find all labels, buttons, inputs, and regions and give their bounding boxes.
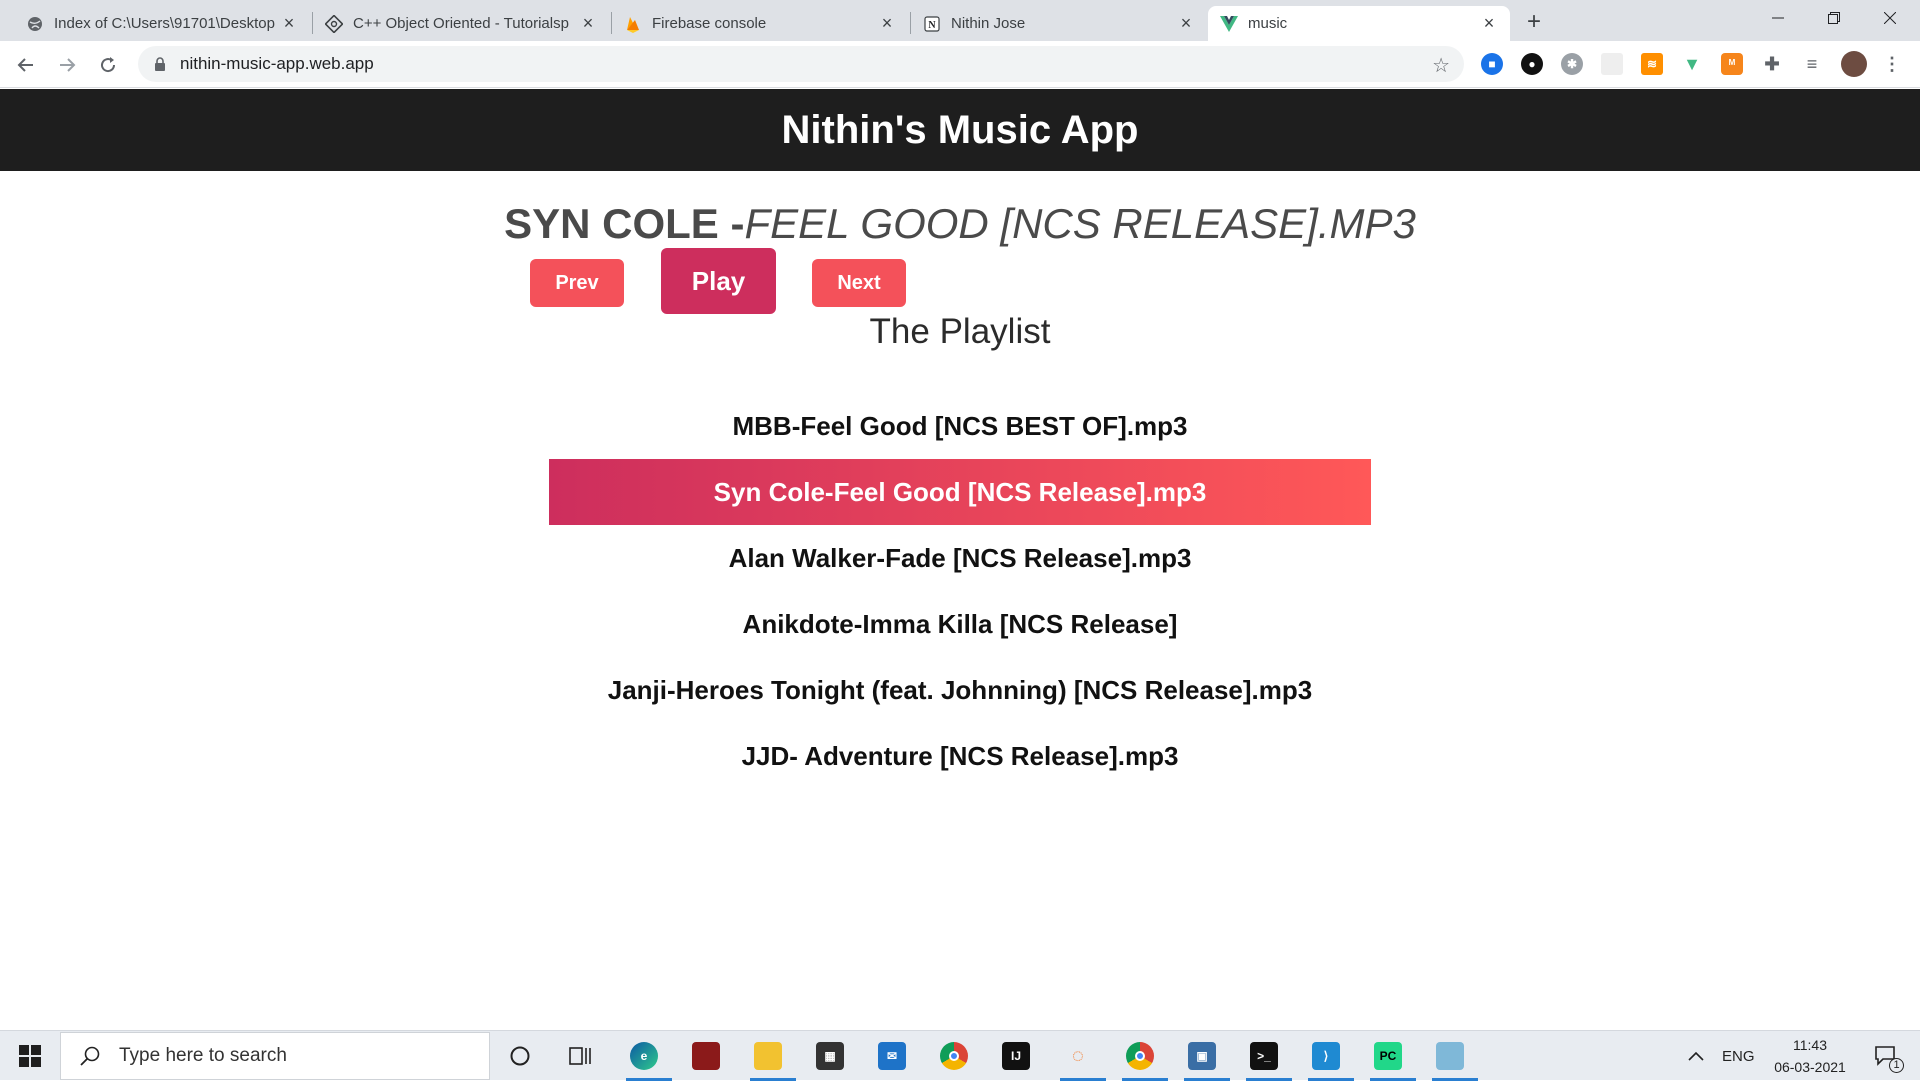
minimize-button[interactable] xyxy=(1750,0,1806,36)
pycharm-icon[interactable]: PC xyxy=(1368,1037,1416,1081)
close-icon[interactable]: × xyxy=(280,13,298,33)
new-tab-button[interactable]: + xyxy=(1520,8,1548,36)
app-header: Nithin's Music App xyxy=(0,89,1920,171)
cortana-icon[interactable] xyxy=(500,1037,540,1075)
extension-layers-icon[interactable]: ≋ xyxy=(1641,53,1663,75)
playlist-item[interactable]: Alan Walker-Fade [NCS Release].mp3 xyxy=(549,525,1371,591)
show-hidden-icons-chevron-icon[interactable] xyxy=(1688,1031,1704,1081)
prev-button[interactable]: Prev xyxy=(530,259,624,307)
now-playing-artist: Syn Cole - xyxy=(504,200,745,247)
restore-button[interactable] xyxy=(1806,0,1862,36)
tab-music[interactable]: music × xyxy=(1208,6,1510,41)
tab-title: Firebase console xyxy=(652,15,767,32)
playlist: MBB-Feel Good [NCS BEST OF].mp3 Syn Cole… xyxy=(549,393,1371,789)
firebase-icon xyxy=(624,15,642,33)
now-playing-track: Feel Good [NCS Release].mp3 xyxy=(744,200,1416,247)
playlist-item[interactable]: MBB-Feel Good [NCS BEST OF].mp3 xyxy=(549,393,1371,459)
extension-record-icon[interactable]: ● xyxy=(1521,53,1543,75)
windows-logo-icon xyxy=(19,1045,41,1067)
media-controls-icon[interactable]: ≡ xyxy=(1801,53,1823,75)
extension-bitwarden-icon[interactable]: ■ xyxy=(1481,53,1503,75)
tab-firebase-console[interactable]: Firebase console × xyxy=(612,6,908,41)
tab-title: C++ Object Oriented - Tutorialsp xyxy=(353,15,569,32)
reload-button[interactable] xyxy=(94,51,122,79)
playlist-item[interactable]: Anikdote-Imma Killa [NCS Release] xyxy=(549,591,1371,657)
store-icon[interactable]: ▦ xyxy=(810,1037,850,1075)
extension-blank-icon[interactable] xyxy=(1601,53,1623,75)
notes-app-icon[interactable] xyxy=(1430,1037,1478,1081)
extensions-puzzle-icon[interactable]: ✚ xyxy=(1761,53,1783,75)
svg-text:N: N xyxy=(928,20,936,31)
close-icon[interactable]: × xyxy=(579,13,597,33)
playlist-item[interactable]: Janji-Heroes Tonight (feat. Johnning) [N… xyxy=(549,657,1371,723)
address-bar[interactable]: nithin-music-app.web.app ☆ xyxy=(138,46,1464,82)
app-title: Nithin's Music App xyxy=(781,107,1139,152)
extension-vue-devtools-icon[interactable]: ▼ xyxy=(1681,53,1703,75)
windows-taskbar: Type here to search e ▦ ✉ IJ ◌ ▣ >_ ⟩ PC… xyxy=(0,1030,1920,1081)
tab-title: music xyxy=(1248,15,1288,32)
tab-title: Nithin Jose xyxy=(951,15,1026,32)
playlist-title: The Playlist xyxy=(869,312,1051,351)
play-button[interactable]: Play xyxy=(661,248,776,314)
tab-title: Index of C:\Users\91701\Desktop xyxy=(54,15,275,32)
edge-taskbar-icon[interactable]: e xyxy=(624,1037,672,1081)
notification-count-badge: 1 xyxy=(1889,1058,1904,1073)
profile-avatar[interactable] xyxy=(1841,51,1867,77)
browser-toolbar: nithin-music-app.web.app ☆ ■ ● ✱ ≋ ▼ ᴹ ✚… xyxy=(0,41,1920,88)
tab-nithin-jose[interactable]: N Nithin Jose × xyxy=(911,6,1207,41)
start-button[interactable] xyxy=(0,1031,60,1081)
close-icon[interactable]: × xyxy=(878,13,896,33)
tutorialspoint-icon xyxy=(325,14,343,33)
notion-icon: N xyxy=(923,15,941,33)
file-explorer-icon[interactable] xyxy=(748,1037,796,1081)
taskbar-search[interactable]: Type here to search xyxy=(60,1032,490,1080)
browser-tab-strip: Index of C:\Users\91701\Desktop × C++ Ob… xyxy=(0,0,1920,41)
chrome-menu-icon[interactable]: ⋮ xyxy=(1881,53,1903,75)
bookmark-star-icon[interactable]: ☆ xyxy=(1432,53,1450,78)
language-indicator[interactable]: ENG xyxy=(1722,1031,1755,1081)
mail-icon[interactable]: ✉ xyxy=(872,1037,912,1075)
search-placeholder: Type here to search xyxy=(119,1045,287,1066)
url-text: nithin-music-app.web.app xyxy=(180,54,374,73)
back-button[interactable] xyxy=(12,51,40,79)
close-icon[interactable]: × xyxy=(1480,13,1498,33)
app-red-taskbar-icon[interactable] xyxy=(686,1037,726,1075)
tab-cpp-object-oriented[interactable]: C++ Object Oriented - Tutorialsp × xyxy=(313,6,609,41)
chrome-taskbar-icon[interactable] xyxy=(934,1037,974,1075)
globe-icon xyxy=(26,15,44,33)
playlist-item-active[interactable]: Syn Cole-Feel Good [NCS Release].mp3 xyxy=(549,459,1371,525)
virtualbox-icon[interactable]: ▣ xyxy=(1182,1037,1230,1081)
jupyter-icon[interactable]: ◌ xyxy=(1058,1037,1106,1081)
vscode-icon[interactable]: ⟩ xyxy=(1306,1037,1354,1081)
extension-metamask-icon[interactable]: ᴹ xyxy=(1721,53,1743,75)
search-icon xyxy=(80,1046,100,1066)
lock-icon[interactable] xyxy=(152,56,168,72)
task-view-icon[interactable] xyxy=(560,1037,600,1075)
close-icon[interactable]: × xyxy=(1177,13,1195,33)
terminal-icon[interactable]: >_ xyxy=(1244,1037,1292,1081)
playlist-item[interactable]: JJD- Adventure [NCS Release].mp3 xyxy=(549,723,1371,789)
chrome-active-taskbar-icon[interactable] xyxy=(1120,1037,1168,1081)
close-window-button[interactable] xyxy=(1862,0,1918,36)
vue-icon xyxy=(1220,15,1238,33)
extension-settings-icon[interactable]: ✱ xyxy=(1561,53,1583,75)
intellij-icon[interactable]: IJ xyxy=(996,1037,1036,1075)
clock-time: 11:43 xyxy=(1793,1037,1827,1053)
system-clock[interactable]: 11:43 06-03-2021 xyxy=(1762,1034,1858,1078)
tab-index-of-desktop[interactable]: Index of C:\Users\91701\Desktop × xyxy=(14,6,310,41)
notifications-icon[interactable]: 1 xyxy=(1866,1031,1906,1081)
forward-button[interactable] xyxy=(53,51,81,79)
clock-date: 06-03-2021 xyxy=(1774,1059,1846,1075)
now-playing: Syn Cole -Feel Good [NCS Release].mp3 xyxy=(0,200,1920,248)
next-button[interactable]: Next xyxy=(812,259,906,307)
